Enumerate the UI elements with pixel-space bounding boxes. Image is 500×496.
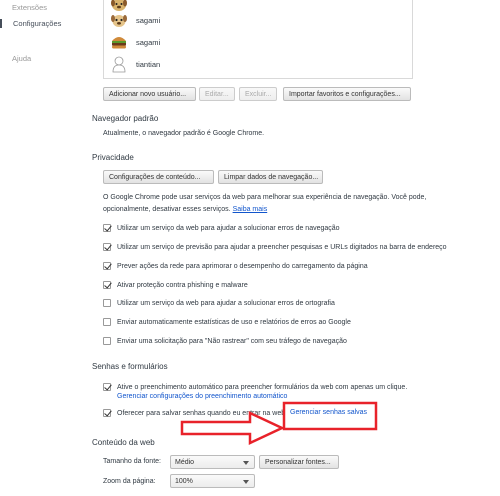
checkbox-label: Utilizar um serviço de previsão para aju… <box>117 243 447 251</box>
privacy-description-line2: opcionalmente, desativar esses serviços.… <box>103 206 268 213</box>
save-passwords-checkbox[interactable] <box>103 409 111 417</box>
sidebar: Extensões Configurações Ajuda <box>0 0 92 496</box>
sidebar-item-settings[interactable]: Configurações <box>0 19 61 28</box>
customize-fonts-button[interactable]: Personalizar fontes... <box>259 455 339 469</box>
content-settings-button[interactable]: Configurações de conteúdo... <box>103 170 214 184</box>
checkbox-label: Utilizar um serviço da web para ajudar a… <box>117 224 340 232</box>
checkbox[interactable] <box>103 337 111 345</box>
checkbox-label: Enviar automaticamente estatísticas de u… <box>117 318 351 326</box>
learn-more-link[interactable]: Saiba mais <box>233 206 268 213</box>
user-name: sagami <box>136 37 161 47</box>
checkbox-label: Prever ações da rede para aprimorar o de… <box>117 262 368 270</box>
zoom-select[interactable]: 100% <box>170 474 255 488</box>
privacy-option-row[interactable]: Enviar uma solicitação para "Não rastrea… <box>103 337 347 345</box>
user-name: tiantian <box>136 59 161 69</box>
manage-passwords-link[interactable]: Gerenciar senhas salvas <box>290 409 367 416</box>
save-passwords-row[interactable]: Oferecer para salvar senhas quando eu en… <box>103 409 285 417</box>
font-size-select[interactable]: Médio <box>170 455 255 469</box>
burger-avatar-icon <box>110 33 128 51</box>
save-passwords-label: Oferecer para salvar senhas quando eu en… <box>117 409 286 417</box>
privacy-option-row[interactable]: Utilizar um serviço da web para ajudar a… <box>103 299 335 307</box>
checkbox[interactable] <box>103 224 111 232</box>
default-browser-title: Navegador padrão <box>92 114 159 123</box>
privacy-option-row[interactable]: Ativar proteção contra phishing e malwar… <box>103 281 248 289</box>
zoom-label: Zoom da página: <box>103 478 156 485</box>
chevron-down-icon <box>243 461 249 465</box>
users-list[interactable]: sagami sagami tiantian <box>103 0 413 79</box>
checkbox[interactable] <box>103 243 111 251</box>
privacy-option-row[interactable]: Prever ações da rede para aprimorar o de… <box>103 262 368 270</box>
arrow-icon <box>180 411 285 445</box>
privacy-option-row[interactable]: Enviar automaticamente estatísticas de u… <box>103 318 351 326</box>
font-size-label: Tamanho da fonte: <box>103 458 161 465</box>
autofill-label: Ative o preenchimento automático para pr… <box>117 383 408 391</box>
web-content-title: Conteúdo da web <box>92 438 155 447</box>
autofill-checkbox[interactable] <box>103 383 111 391</box>
user-row[interactable]: sagami <box>110 32 160 52</box>
highlight-box <box>282 401 378 431</box>
checkbox-label: Enviar uma solicitação para "Não rastrea… <box>117 337 347 345</box>
silhouette-avatar-icon <box>110 55 128 73</box>
user-name: sagami <box>136 15 161 25</box>
checkbox[interactable] <box>103 281 111 289</box>
autofill-settings-link[interactable]: Gerenciar configurações do preenchimento… <box>117 393 287 400</box>
user-row[interactable]: tiantian <box>110 54 160 74</box>
sidebar-item-help[interactable]: Ajuda <box>12 54 31 63</box>
checkbox[interactable] <box>103 262 111 270</box>
checkbox-label: Utilizar um serviço da web para ajudar a… <box>117 299 335 307</box>
checkbox[interactable] <box>103 299 111 307</box>
user-row[interactable]: sagami <box>110 10 160 30</box>
delete-user-button[interactable]: Excluir... <box>239 87 277 101</box>
chevron-down-icon <box>243 480 249 484</box>
checkbox[interactable] <box>103 318 111 326</box>
autofill-option-row[interactable]: Ative o preenchimento automático para pr… <box>103 383 407 391</box>
passwords-forms-title: Senhas e formulários <box>92 362 168 371</box>
edit-user-button[interactable]: Editar... <box>199 87 235 101</box>
sidebar-item-extensions[interactable]: Extensões <box>12 3 47 12</box>
add-user-button[interactable]: Adicionar novo usuário... <box>103 87 196 101</box>
privacy-title: Privacidade <box>92 153 134 162</box>
default-browser-text: Atualmente, o navegador padrão é Google … <box>103 130 265 137</box>
checkbox-label: Ativar proteção contra phishing e malwar… <box>117 281 248 289</box>
privacy-description-line1: O Google Chrome pode usar serviços da we… <box>103 194 427 201</box>
import-bookmarks-button[interactable]: Importar favoritos e configurações... <box>283 87 411 101</box>
clear-browsing-data-button[interactable]: Limpar dados de navegação... <box>218 170 323 184</box>
privacy-option-row[interactable]: Utilizar um serviço de previsão para aju… <box>103 243 447 251</box>
dog-avatar-icon <box>110 11 128 29</box>
privacy-option-row[interactable]: Utilizar um serviço da web para ajudar a… <box>103 224 340 232</box>
